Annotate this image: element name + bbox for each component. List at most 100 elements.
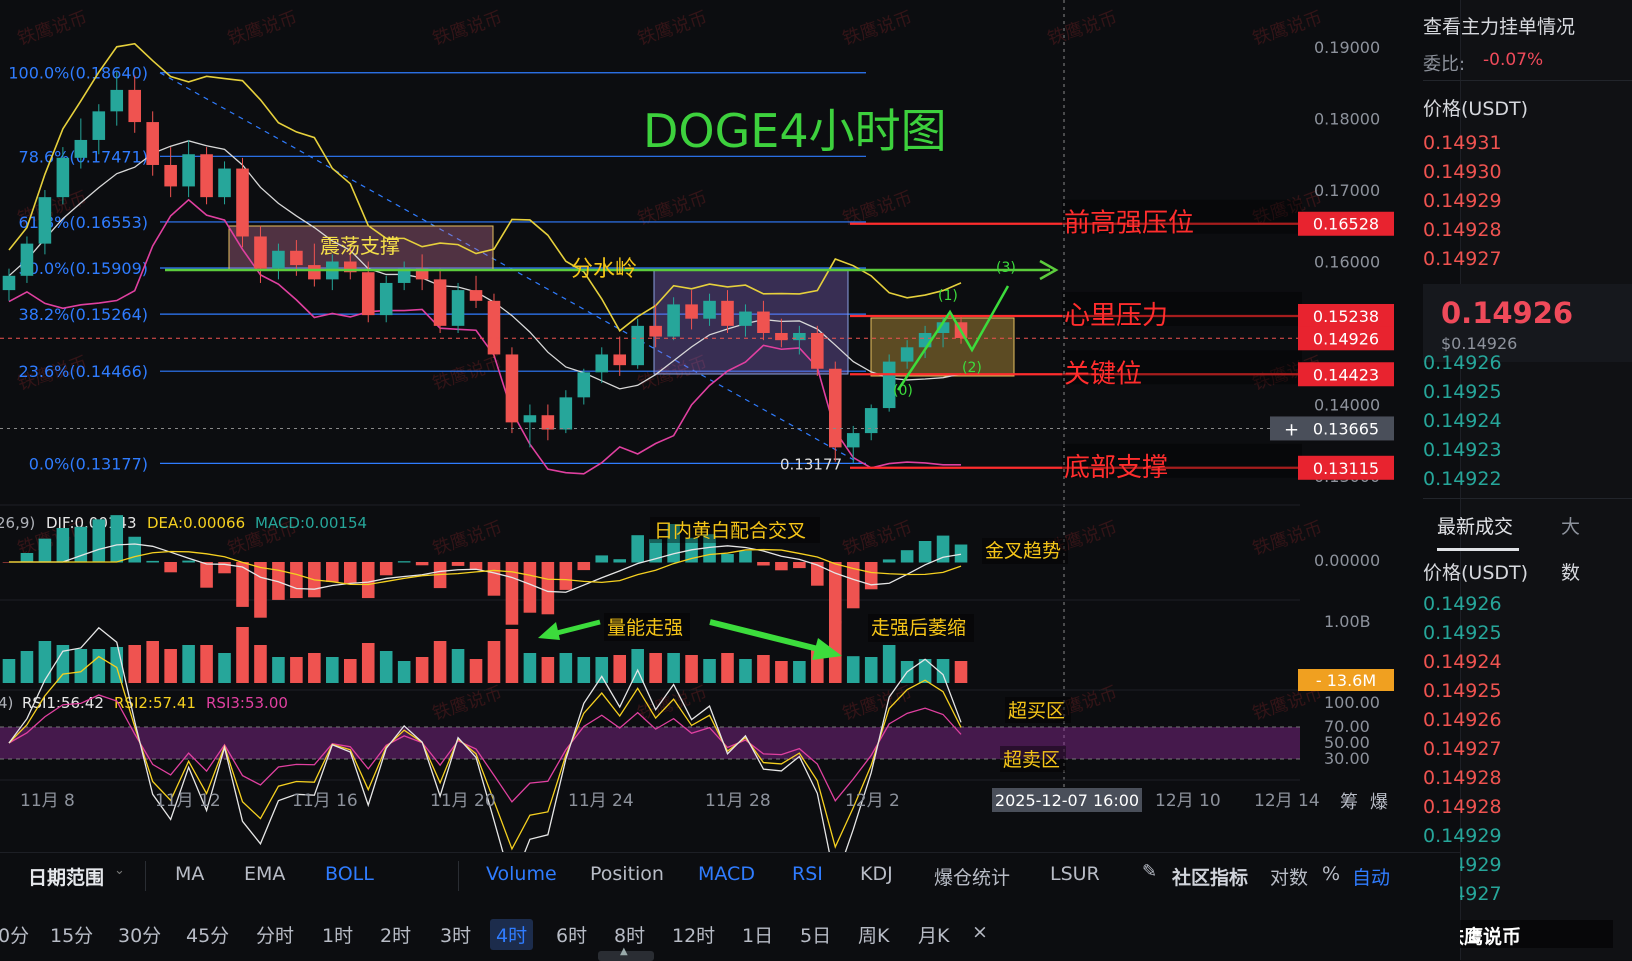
macd-bar (559, 562, 573, 590)
wave-label: (3) (996, 260, 1016, 276)
interval-3[interactable]: 45分 (186, 921, 229, 948)
indicator-rsi[interactable]: RSI (792, 863, 823, 885)
log-button[interactable]: 对数 (1270, 863, 1308, 890)
candle-body (433, 279, 447, 326)
candle-body (218, 168, 231, 198)
y-tick-label: 0.18000 (1314, 110, 1380, 129)
macd-bar (523, 562, 537, 613)
ask-price[interactable]: 0.14930 (1423, 161, 1502, 183)
macd-bar (900, 550, 914, 563)
price-header: 价格(USDT) (1423, 98, 1529, 120)
volume-bar (667, 653, 680, 683)
y-tick-label: 0.17000 (1314, 181, 1380, 200)
indicator-爆仓统计[interactable]: 爆仓统计 (934, 863, 1010, 890)
bid-price[interactable]: 0.14925 (1423, 381, 1502, 403)
macd-params: 26,9) (0, 514, 35, 532)
interval-9[interactable]: 6时 (556, 921, 587, 948)
chip-distribution-button[interactable]: 筹 (1340, 788, 1358, 814)
last-price: 0.14926 (1441, 296, 1574, 330)
candle-body (469, 290, 483, 301)
candle-body (110, 89, 124, 112)
x-tick-label: 12月 10 (1155, 791, 1221, 811)
indicator-position[interactable]: Position (590, 863, 664, 885)
interval-10[interactable]: 8时 (614, 921, 645, 948)
percent-button[interactable]: % (1322, 863, 1340, 885)
trade-price: 0.14926 (1423, 593, 1502, 615)
ratio-label: 委比: (1423, 54, 1466, 75)
last-price-block: 0.14926 $0.14926 (1423, 284, 1632, 362)
volume-bar (38, 641, 52, 683)
macd-bar (254, 562, 267, 618)
wave-label: (2) (962, 360, 982, 376)
main-chart[interactable]: 铁鹰说币 铁鹰说币 铁鹰说币 铁鹰说币 铁鹰说币 铁鹰说币 铁鹰说币铁鹰说币 铁鹰说币 铁鹰说币… (0, 0, 1460, 852)
interval-4[interactable]: 分时 (256, 921, 294, 948)
interval-0[interactable]: 0分 (0, 921, 29, 948)
auto-button[interactable]: 自动 (1352, 863, 1390, 890)
interval-7[interactable]: 3时 (440, 921, 471, 948)
interval-2[interactable]: 30分 (118, 921, 161, 948)
candle-body (379, 282, 393, 316)
volume-bar (361, 643, 375, 683)
volume-bar (649, 653, 662, 683)
volume-bar (613, 655, 627, 683)
interval-1[interactable]: 15分 (50, 921, 93, 948)
indicator-macd[interactable]: MACD (698, 863, 755, 885)
ask-price[interactable]: 0.14928 (1423, 219, 1502, 241)
interval-6[interactable]: 2时 (380, 921, 411, 948)
candle-body (757, 311, 770, 333)
x-tick-label: 11月 24 (568, 791, 634, 811)
volume-bar (451, 649, 465, 683)
date-range-button[interactable]: 日期范围 (28, 863, 104, 890)
orderbook-title[interactable]: 查看主力挂单情况 (1423, 12, 1575, 39)
indicator-ma[interactable]: MA (175, 863, 204, 885)
volume-bar (954, 661, 968, 683)
candle-body (541, 415, 555, 430)
ask-price[interactable]: 0.14927 (1423, 248, 1502, 270)
candle-body (361, 272, 375, 316)
ask-price[interactable]: 0.14929 (1423, 190, 1502, 212)
watershed-label: 分水岭 (571, 257, 637, 282)
volume-bar (846, 656, 860, 683)
trades-tab-2[interactable]: 大 (1561, 512, 1580, 539)
overbought-label: 超买区 (1008, 700, 1065, 722)
interval-13[interactable]: 5日 (800, 921, 831, 948)
interval-14[interactable]: 周K (858, 921, 889, 948)
key-level-label: 心里压力 (1064, 301, 1168, 331)
ask-price[interactable]: 0.14931 (1423, 132, 1502, 154)
interval-15[interactable]: 月K (918, 921, 949, 948)
indicator-boll[interactable]: BOLL (325, 863, 374, 885)
candle-body (631, 325, 644, 366)
interval-12[interactable]: 1日 (742, 921, 773, 948)
bid-price[interactable]: 0.14923 (1423, 439, 1502, 461)
volume-top-label: 1.00B (1324, 612, 1371, 631)
candle-body (793, 333, 806, 341)
candle-body (182, 154, 195, 187)
edit-icon[interactable]: ✎ (1142, 861, 1157, 882)
indicator-lsur[interactable]: LSUR (1050, 863, 1100, 885)
community-indicator-button[interactable]: 社区指标 (1172, 863, 1248, 890)
candle-body (146, 122, 159, 165)
indicator-ema[interactable]: EMA (244, 863, 285, 885)
indicator-kdj[interactable]: KDJ (860, 863, 893, 885)
fib-label: 23.6%(0.14466) (19, 362, 148, 381)
interval-11[interactable]: 12时 (672, 921, 715, 948)
volume-bar (2, 659, 16, 683)
close-icon[interactable]: × (972, 921, 988, 943)
volume-bar (505, 629, 519, 683)
rsi-level-label: 100.00 (1324, 693, 1380, 712)
bid-price[interactable]: 0.14926 (1423, 352, 1502, 374)
fib-label: 0.0%(0.13177) (29, 454, 148, 473)
volume-bar (254, 645, 267, 683)
bid-price[interactable]: 0.14922 (1423, 468, 1502, 490)
bid-price[interactable]: 0.14924 (1423, 410, 1502, 432)
interval-8[interactable]: 4时 (490, 919, 534, 950)
liquidation-button[interactable]: 爆 (1370, 788, 1388, 814)
indicator-volume[interactable]: Volume (486, 863, 557, 885)
macd-bar (343, 562, 357, 584)
interval-5[interactable]: 1时 (322, 921, 353, 948)
volume-bar (793, 661, 806, 683)
macd-bar (631, 535, 644, 563)
candle-body (828, 368, 842, 448)
trades-tab[interactable]: 最新成交 (1437, 512, 1513, 539)
candle-body (685, 304, 698, 319)
